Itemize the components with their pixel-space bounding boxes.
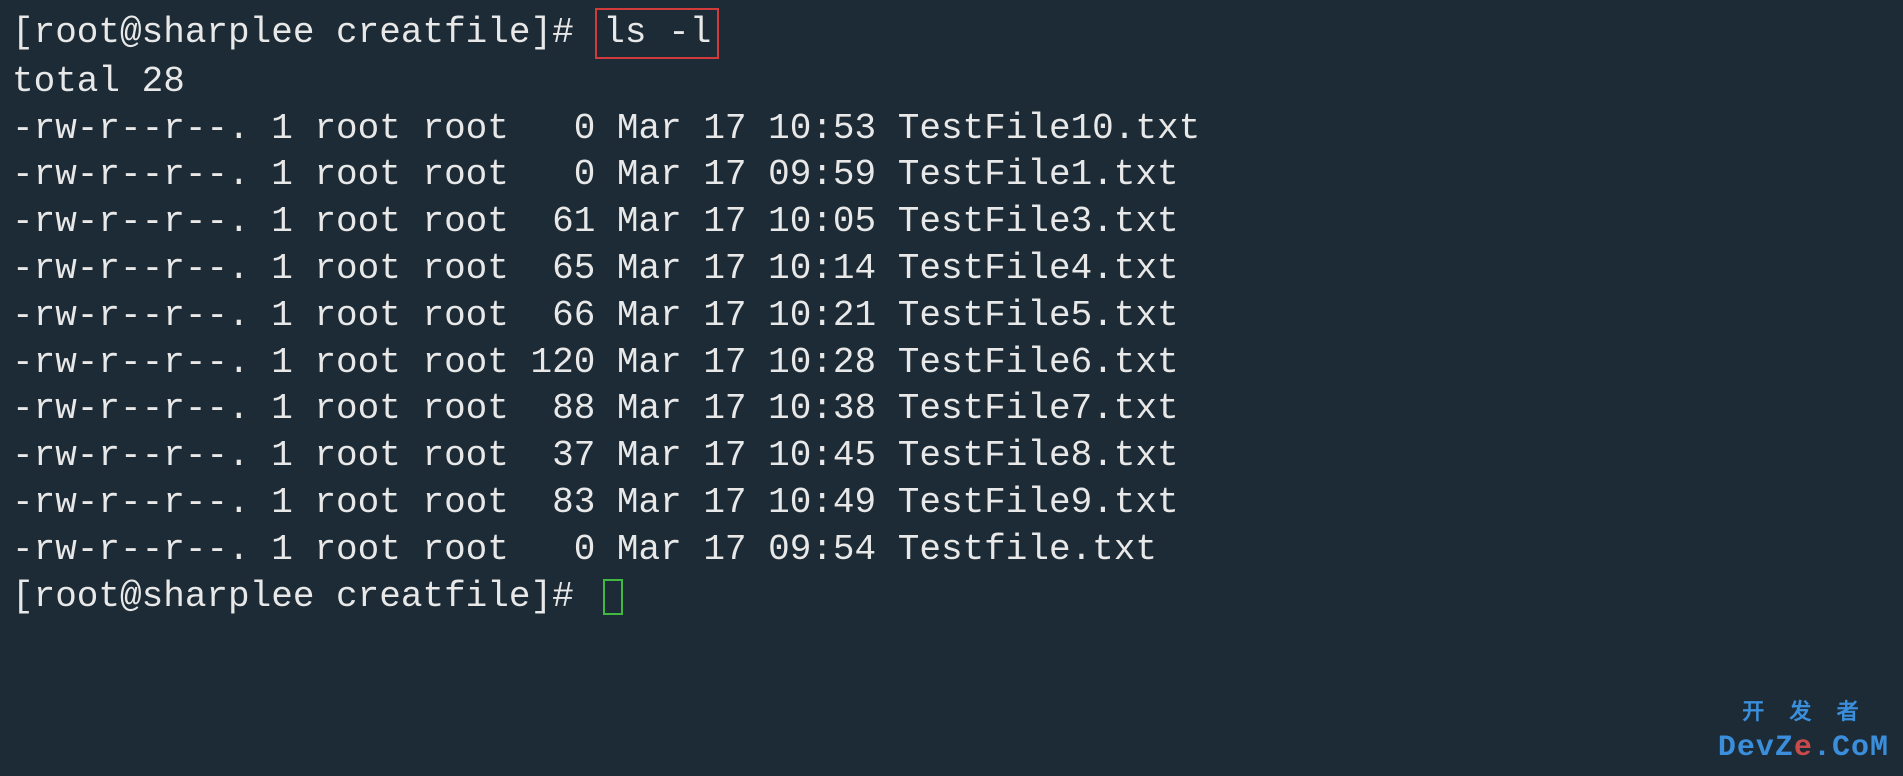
terminal-output[interactable]: [root@sharplee creatfile]# ls -l total 2… [12,8,1891,620]
file-row: -rw-r--r--. 1 root root 88 Mar 17 10:38 … [12,386,1891,433]
file-row: -rw-r--r--. 1 root root 120 Mar 17 10:28… [12,340,1891,387]
command-highlight-box: ls -l [595,8,719,59]
file-row: -rw-r--r--. 1 root root 0 Mar 17 09:54 T… [12,527,1891,574]
file-row: -rw-r--r--. 1 root root 0 Mar 17 10:53 T… [12,106,1891,153]
prompt-line-2[interactable]: [root@sharplee creatfile]# [12,574,1891,621]
watermark-top-text: 开 发 者 [1718,700,1889,729]
file-row: -rw-r--r--. 1 root root 83 Mar 17 10:49 … [12,480,1891,527]
command-text: ls -l [603,12,711,53]
watermark-bottom-text: DevZe.CoM [1718,729,1889,768]
watermark: 开 发 者 DevZe.CoM [1718,700,1889,768]
file-row: -rw-r--r--. 1 root root 66 Mar 17 10:21 … [12,293,1891,340]
file-row: -rw-r--r--. 1 root root 65 Mar 17 10:14 … [12,246,1891,293]
total-line: total 28 [12,59,1891,106]
shell-prompt: [root@sharplee creatfile]# [12,574,595,621]
file-row: -rw-r--r--. 1 root root 61 Mar 17 10:05 … [12,199,1891,246]
prompt-line-1: [root@sharplee creatfile]# ls -l [12,8,1891,59]
file-row: -rw-r--r--. 1 root root 37 Mar 17 10:45 … [12,433,1891,480]
cursor-icon [603,579,623,615]
shell-prompt: [root@sharplee creatfile]# [12,10,595,57]
file-listing: -rw-r--r--. 1 root root 0 Mar 17 10:53 T… [12,106,1891,574]
file-row: -rw-r--r--. 1 root root 0 Mar 17 09:59 T… [12,152,1891,199]
